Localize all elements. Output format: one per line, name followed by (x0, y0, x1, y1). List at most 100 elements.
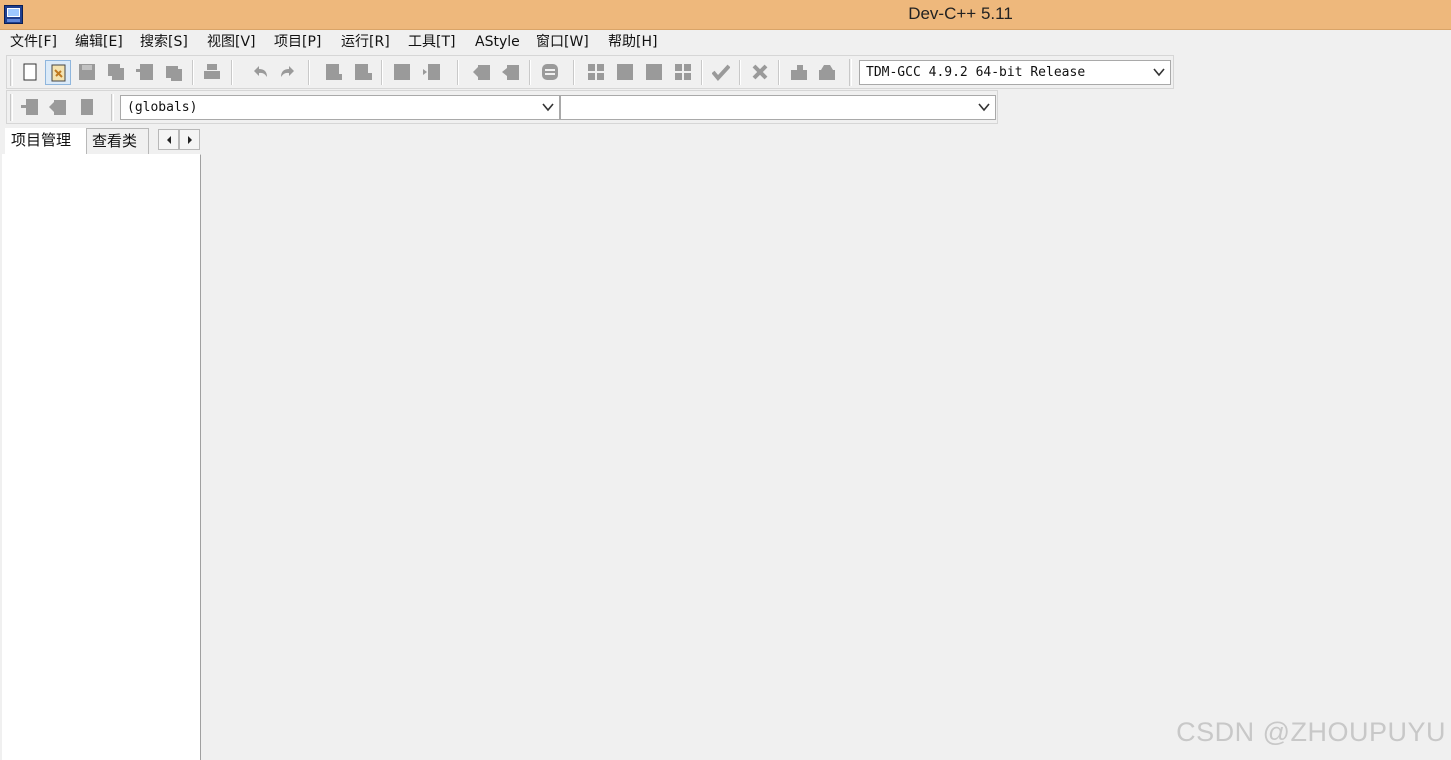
profile-icon (819, 65, 835, 80)
project-options-button[interactable] (537, 60, 563, 85)
window-title: Dev-C++ 5.11 (908, 4, 1013, 23)
rebuild-all-icon (675, 64, 691, 80)
menu-tools[interactable]: 工具[T] (408, 33, 455, 52)
print-icon (204, 64, 220, 79)
new-project-icon (473, 65, 490, 80)
tab-class-browser[interactable]: 查看类 (86, 128, 149, 154)
menu-help[interactable]: 帮助[H] (608, 33, 657, 52)
print-button[interactable] (199, 60, 225, 85)
toolbar-grip[interactable] (849, 59, 852, 86)
compile-run-icon (646, 64, 662, 80)
x-icon (752, 64, 768, 80)
profile-button[interactable] (814, 60, 840, 85)
menu-bar: 文件[F] 编辑[E] 搜索[S] 视图[V] 项目[P] 运行[R] 工具[T… (0, 31, 1451, 53)
tab-scroll-right-button[interactable] (179, 129, 200, 150)
compiler-select[interactable]: TDM-GCC 4.9.2 64-bit Release (859, 60, 1171, 85)
bookmark-icon (49, 100, 66, 115)
new-file-button[interactable] (17, 60, 43, 85)
open-project-button[interactable] (498, 60, 524, 85)
open-file-icon (51, 64, 66, 82)
close-all-button[interactable] (161, 60, 187, 85)
toolbar-grip[interactable] (111, 94, 114, 121)
debug-icon (791, 65, 807, 80)
compile-button[interactable] (583, 60, 609, 85)
watermark: CSDN @ZHOUPUYU (1176, 717, 1446, 747)
project-options-icon (542, 64, 558, 80)
run-icon (617, 64, 633, 80)
toolbar-separator (457, 60, 459, 85)
project-panel: 项目管理 查看类 (0, 126, 202, 760)
menu-project[interactable]: 项目[P] (274, 33, 321, 52)
toolbar-separator (573, 60, 575, 85)
goto-line-button[interactable] (419, 60, 445, 85)
editor-area[interactable]: CSDN @ZHOUPUYU (203, 126, 1451, 760)
save-button[interactable] (74, 60, 100, 85)
toolbar-separator (529, 60, 531, 85)
find-button[interactable] (321, 60, 347, 85)
tab-project-manager[interactable]: 项目管理 (5, 128, 86, 155)
menu-window[interactable]: 窗口[W] (536, 33, 589, 52)
toolbar-separator (701, 60, 703, 85)
save-all-icon (108, 64, 124, 80)
syntax-check-button[interactable] (708, 60, 734, 85)
menu-file[interactable]: 文件[F] (10, 33, 57, 52)
open-project-icon (502, 65, 519, 80)
scope-select-value: (globals) (127, 100, 198, 115)
tab-scroll-left-button[interactable] (158, 129, 179, 150)
toolbar-separator (231, 60, 233, 85)
replace-icon (355, 64, 372, 80)
stop-execution-button[interactable] (747, 60, 773, 85)
debug-button[interactable] (786, 60, 812, 85)
redo-icon (281, 66, 294, 77)
find-icon (326, 64, 342, 80)
goto-bookmark-button[interactable] (74, 95, 100, 120)
title-bar: Dev-C++ 5.11 (0, 0, 1451, 30)
insert-icon (21, 99, 38, 115)
toolbar-separator (739, 60, 741, 85)
save-all-button[interactable] (103, 60, 129, 85)
menu-edit[interactable]: 编辑[E] (75, 33, 123, 52)
find-next-icon (394, 64, 410, 80)
chevron-down-icon (978, 103, 990, 112)
check-icon (712, 64, 730, 82)
main-toolbar: TDM-GCC 4.9.2 64-bit Release (6, 55, 1174, 89)
chevron-down-icon (542, 103, 554, 112)
undo-button[interactable] (247, 60, 273, 85)
redo-button[interactable] (275, 60, 301, 85)
compile-icon (588, 64, 604, 80)
toolbar-grip[interactable] (10, 94, 13, 121)
new-project-button[interactable] (469, 60, 495, 85)
replace-button[interactable] (350, 60, 376, 85)
save-icon (79, 64, 95, 80)
project-tree[interactable] (2, 154, 201, 760)
close-file-icon (136, 64, 153, 80)
toggle-bookmark-button[interactable] (45, 95, 71, 120)
toolbar-separator (308, 60, 310, 85)
close-all-icon (166, 66, 182, 81)
class-toolbar: (globals) (6, 90, 998, 124)
find-next-button[interactable] (389, 60, 415, 85)
toolbar-separator (192, 60, 194, 85)
goto-bookmark-icon (81, 99, 93, 115)
function-select[interactable] (560, 95, 996, 120)
open-file-button[interactable] (45, 60, 71, 85)
menu-astyle[interactable]: AStyle (475, 33, 520, 52)
toolbar-grip[interactable] (10, 59, 13, 86)
menu-run[interactable]: 运行[R] (341, 33, 390, 52)
run-button[interactable] (612, 60, 638, 85)
menu-view[interactable]: 视图[V] (207, 33, 256, 52)
undo-icon (254, 66, 267, 77)
compile-run-button[interactable] (641, 60, 667, 85)
arrow-right-icon (188, 136, 192, 144)
close-file-button[interactable] (132, 60, 158, 85)
compiler-select-value: TDM-GCC 4.9.2 64-bit Release (866, 65, 1086, 80)
insert-button[interactable] (17, 95, 43, 120)
toolbar-separator (778, 60, 780, 85)
new-file-icon (23, 63, 37, 81)
rebuild-all-button[interactable] (670, 60, 696, 85)
scope-select[interactable]: (globals) (120, 95, 560, 120)
goto-line-icon (423, 64, 440, 80)
menu-search[interactable]: 搜索[S] (140, 33, 188, 52)
arrow-left-icon (167, 136, 171, 144)
chevron-down-icon (1153, 68, 1165, 77)
